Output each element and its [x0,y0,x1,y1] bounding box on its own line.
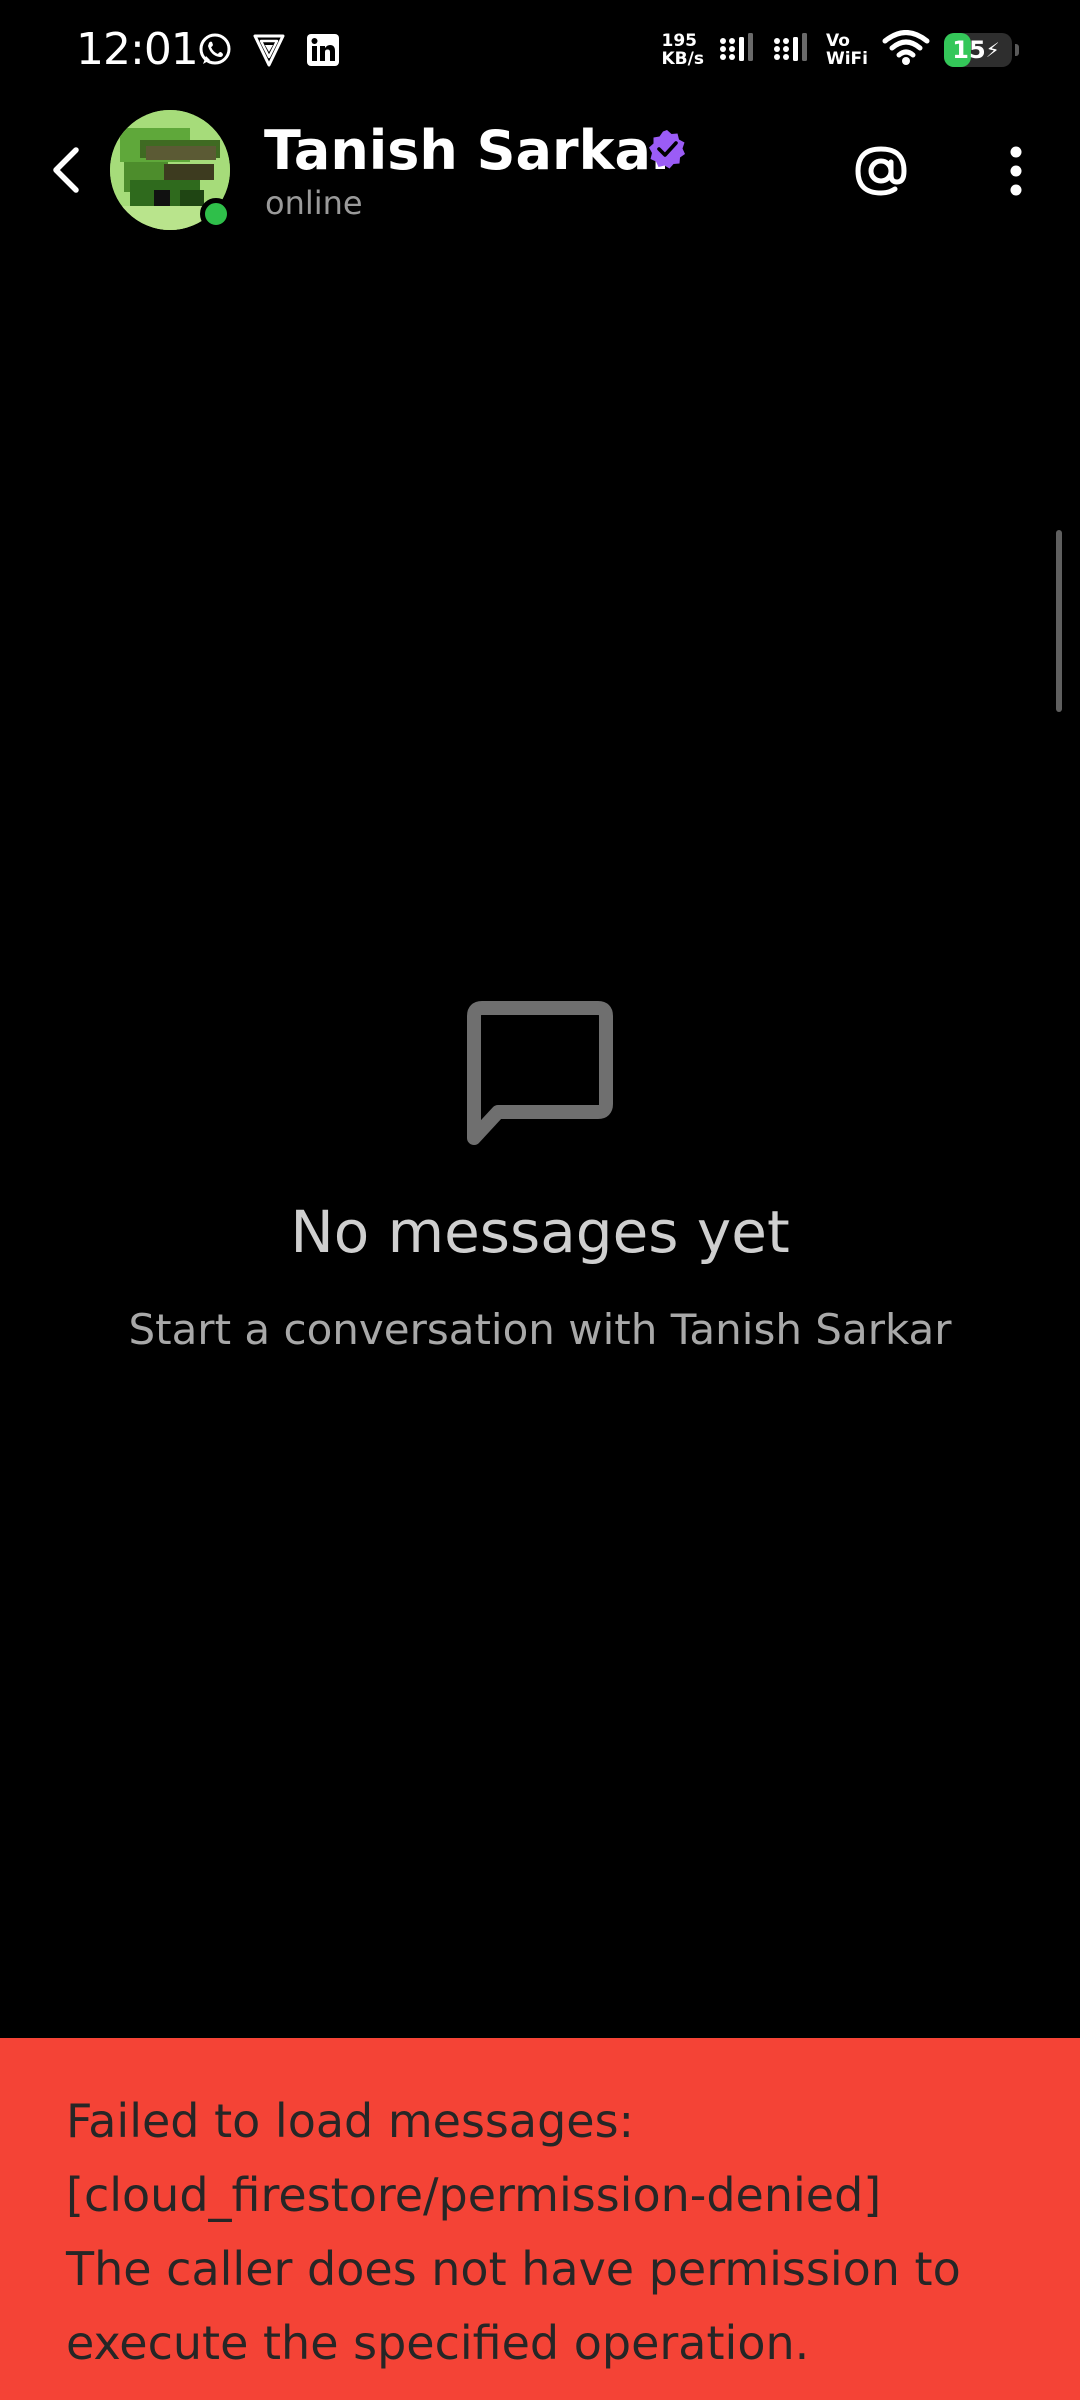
empty-state-subtitle: Start a conversation with Tanish Sarkar [128,1305,952,1354]
status-bar: 12:01 195 KB/s Vo WiFi 15 ⚡ [0,0,1080,100]
at-sign-icon [855,146,907,196]
chat-bubble-icon [467,1001,613,1145]
linkedin-icon [304,31,342,69]
network-speed: 195 KB/s [662,32,704,68]
network-speed-unit: KB/s [661,49,704,69]
back-button[interactable] [36,140,96,200]
notification-icons [196,30,342,70]
vowifi-bottom: WiFi [825,49,868,69]
signal-strength-icon [718,31,758,69]
error-message: Failed to load messages: [cloud_firestor… [66,2094,961,2370]
network-speed-value: 195 [661,31,698,51]
charging-bolt-icon: ⚡ [985,38,1000,62]
contact-name[interactable]: Tanish Sarkar [264,118,678,184]
scrollbar[interactable] [1056,530,1062,712]
status-indicators: 195 KB/s Vo WiFi 15 ⚡ [662,26,1019,74]
error-snackbar: Failed to load messages: [cloud_firestor… [0,2038,1080,2400]
chat-header: Tanish Sarkar online [0,100,1080,240]
vowifi-top: Vo [825,31,850,51]
vpn-shield-icon [250,31,288,69]
chevron-left-icon [53,147,79,193]
online-indicator [200,198,232,230]
empty-state-title: No messages yet [290,1198,790,1266]
more-vertical-icon [1010,146,1022,196]
more-options-button[interactable] [986,136,1046,206]
battery-indicator: 15 ⚡ [944,33,1019,67]
whatsapp-icon [196,31,234,69]
mention-button[interactable] [848,138,914,204]
verified-badge-icon [649,130,685,169]
battery-level: 15 ⚡ [952,36,1000,64]
status-time: 12:01 [76,24,199,75]
wifi-icon [882,30,930,70]
contact-status: online [265,184,363,222]
vowifi-indicator: Vo WiFi [826,32,868,68]
signal-strength-icon-2 [772,31,812,69]
contact-avatar-button[interactable] [110,110,232,232]
